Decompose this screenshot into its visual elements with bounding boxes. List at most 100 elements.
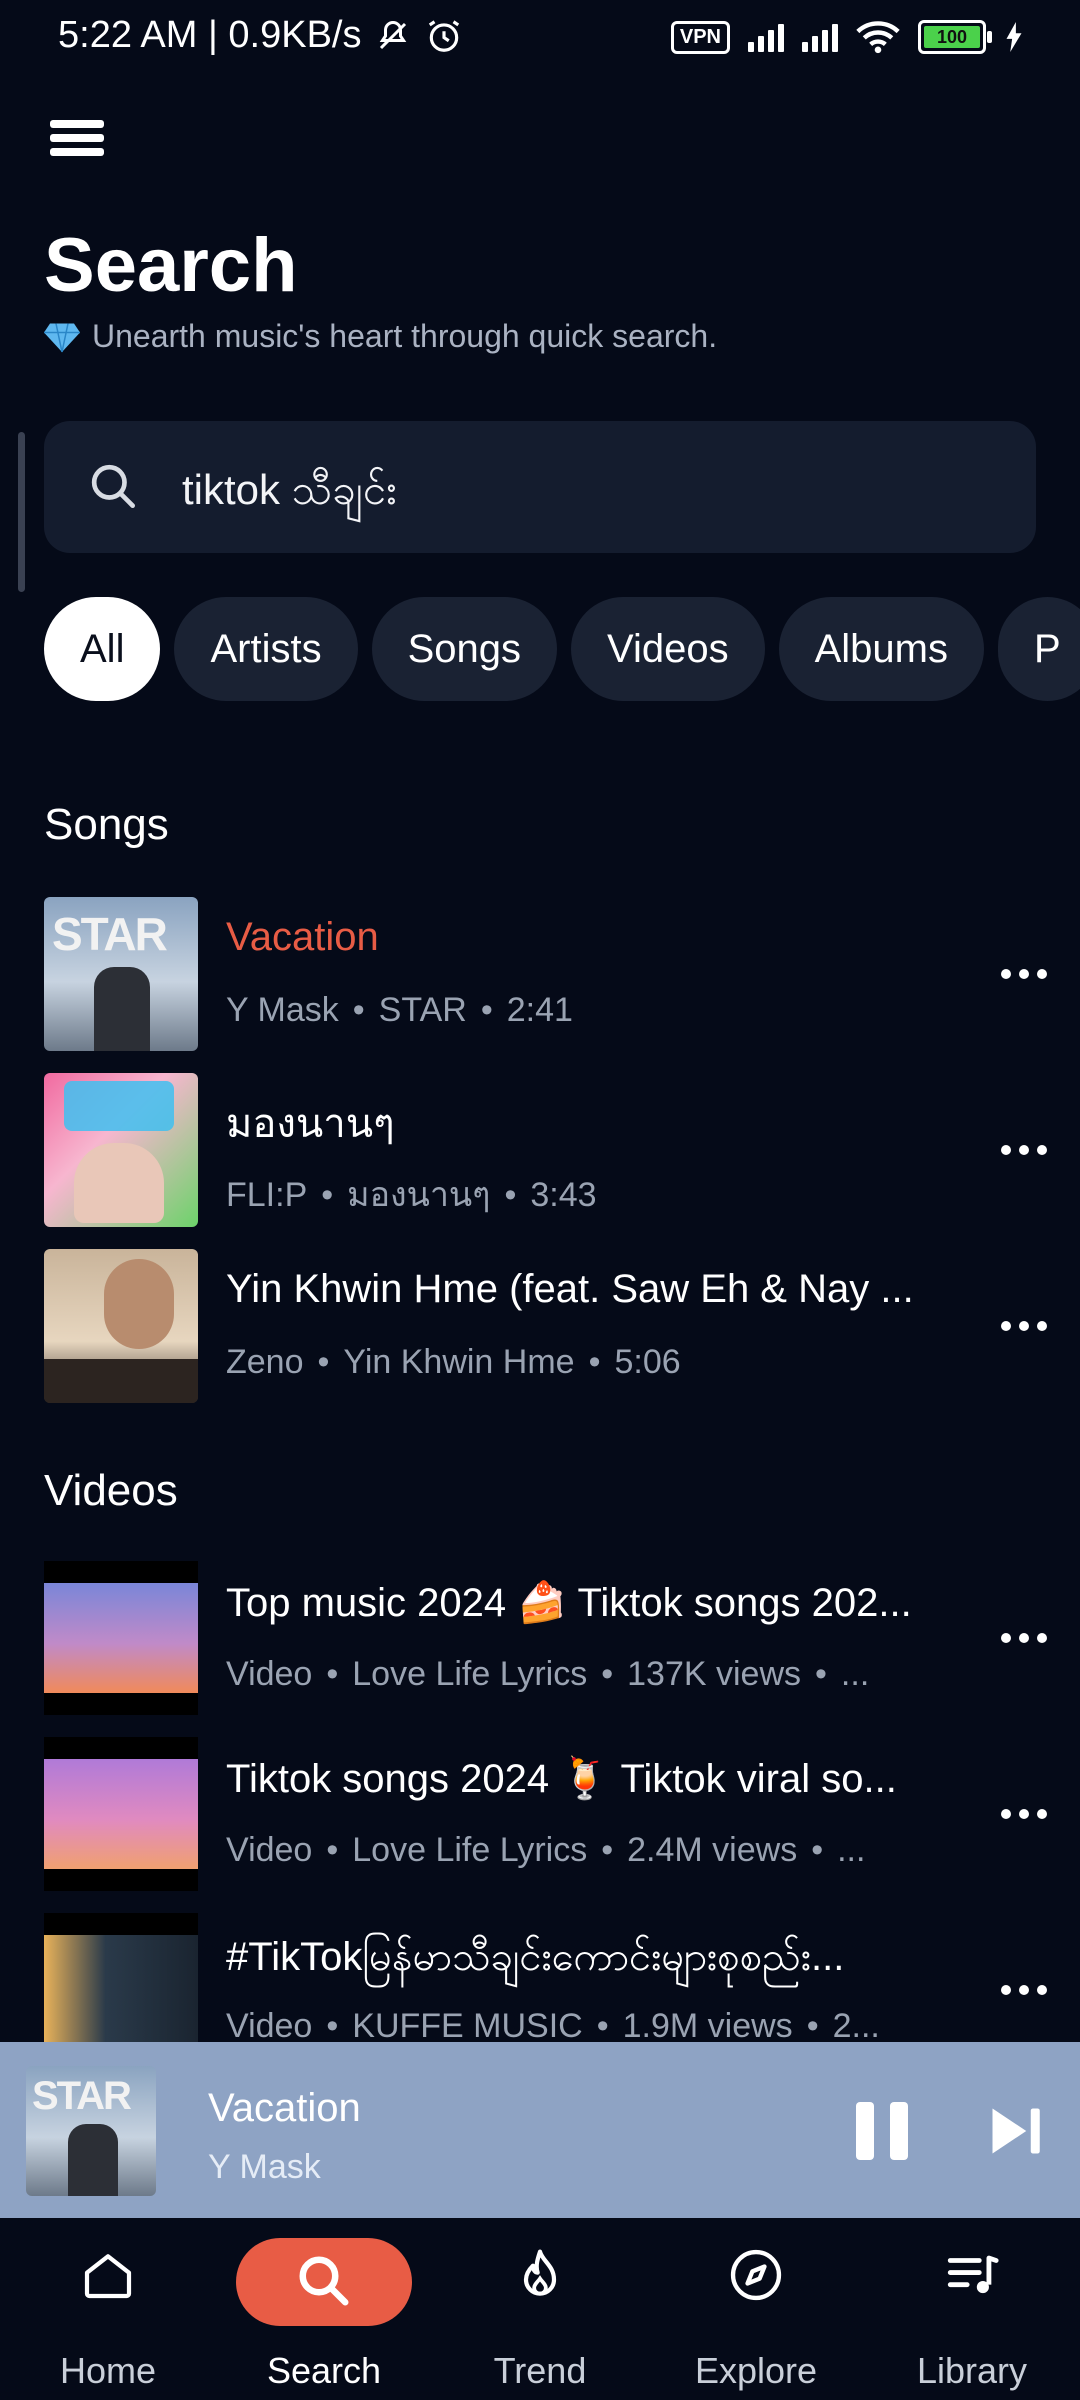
video-title: #TikTokမြန်မာသီချင်းကောင်းများစုစည်း... bbox=[226, 1935, 845, 1979]
diamond-icon bbox=[44, 322, 80, 352]
scroll-indicator bbox=[18, 432, 25, 592]
chip-artists[interactable]: Artists bbox=[174, 597, 358, 701]
video-type: Video bbox=[226, 1655, 313, 1693]
filter-chips: All Artists Songs Videos Albums P bbox=[44, 597, 1080, 703]
song-artist: FLI:P bbox=[226, 1176, 308, 1214]
song-meta: FLI:P • มองนานๆ • 3:43 bbox=[226, 1176, 597, 1214]
chip-songs[interactable]: Songs bbox=[371, 597, 557, 701]
status-right: VPN 100 bbox=[670, 20, 1024, 54]
chip-albums[interactable]: Albums bbox=[778, 597, 984, 701]
page-title: Search bbox=[44, 223, 298, 308]
signal-icon bbox=[748, 22, 784, 52]
video-meta: Video • KUFFE MUSIC • 1.9M views • 2... bbox=[226, 2007, 880, 2045]
mini-player[interactable]: STAR Vacation Y Mask bbox=[0, 2042, 1080, 2218]
mute-icon bbox=[380, 20, 407, 49]
video-thumbnail bbox=[44, 1737, 198, 1891]
more-options-button[interactable] bbox=[994, 1301, 1054, 1351]
song-title: มองนานๆ bbox=[226, 1102, 395, 1146]
pause-button[interactable] bbox=[854, 2102, 910, 2160]
song-duration: 5:06 bbox=[614, 1343, 681, 1381]
more-options-button[interactable] bbox=[994, 1125, 1054, 1175]
nav-trend[interactable]: Trend bbox=[432, 2236, 648, 2396]
battery-level: 100 bbox=[924, 26, 980, 48]
song-duration: 2:41 bbox=[506, 991, 573, 1029]
song-artist: Y Mask bbox=[226, 991, 339, 1029]
flame-icon bbox=[505, 2240, 575, 2310]
video-extra: ... bbox=[837, 1831, 866, 1869]
subtitle-text: Unearth music's heart through quick sear… bbox=[92, 318, 718, 354]
vpn-badge: VPN bbox=[670, 20, 730, 54]
video-extra: 2... bbox=[832, 2007, 880, 2045]
song-album: Yin Khwin Hme bbox=[343, 1343, 575, 1381]
status-bar: 5:22 AM | 0.9KB/s VPN 100 bbox=[0, 0, 1080, 82]
video-channel: Love Life Lyrics bbox=[352, 1655, 588, 1693]
chip-all[interactable]: All bbox=[44, 597, 161, 701]
compass-icon bbox=[721, 2240, 791, 2310]
video-views: 137K views bbox=[627, 1655, 802, 1693]
player-thumbnail: STAR bbox=[26, 2066, 156, 2196]
search-icon bbox=[91, 464, 136, 508]
song-thumbnail bbox=[44, 1073, 198, 1227]
video-title: Tiktok songs 2024 🍹 Tiktok viral so... bbox=[226, 1757, 897, 1801]
video-views: 2.4M views bbox=[627, 1831, 798, 1869]
more-options-button[interactable] bbox=[994, 1613, 1054, 1663]
song-album: มองนานๆ bbox=[347, 1176, 491, 1214]
song-album: STAR bbox=[378, 991, 467, 1029]
nav-trend-label: Trend bbox=[493, 2350, 587, 2391]
signal-icon-2 bbox=[802, 22, 838, 52]
status-time-speed: 5:22 AM | 0.9KB/s bbox=[58, 14, 362, 56]
chip-videos[interactable]: Videos bbox=[571, 597, 765, 701]
song-title: Yin Khwin Hme (feat. Saw Eh & Nay ... bbox=[226, 1267, 914, 1311]
more-options-button[interactable] bbox=[994, 949, 1054, 999]
song-title: Vacation bbox=[226, 915, 379, 959]
next-button[interactable] bbox=[988, 2106, 1042, 2156]
video-title: Top music 2024 🍰 Tiktok songs 202... bbox=[226, 1581, 912, 1625]
nav-search[interactable]: Search bbox=[216, 2236, 432, 2396]
song-thumbnail: STAR bbox=[44, 897, 198, 1051]
wifi-icon bbox=[856, 21, 900, 54]
song-artist: Zeno bbox=[226, 1343, 304, 1381]
battery-icon: 100 bbox=[918, 20, 992, 54]
search-icon bbox=[289, 2246, 359, 2316]
video-channel: KUFFE MUSIC bbox=[352, 2007, 583, 2045]
video-row[interactable]: Top music 2024 🍰 Tiktok songs 202... Vid… bbox=[44, 1561, 1054, 1715]
menu-button[interactable] bbox=[50, 120, 104, 174]
search-input[interactable]: tiktok သီချင်း bbox=[44, 421, 1036, 553]
charging-icon bbox=[1006, 22, 1022, 52]
nav-library[interactable]: Library bbox=[864, 2236, 1080, 2396]
songs-section-title: Songs bbox=[44, 800, 169, 849]
nav-home-label: Home bbox=[59, 2350, 157, 2391]
library-icon bbox=[937, 2240, 1007, 2310]
video-meta: Video • Love Life Lyrics • 137K views •... bbox=[226, 1655, 870, 1693]
nav-explore-label: Explore bbox=[694, 2350, 818, 2391]
video-channel: Love Life Lyrics bbox=[352, 1831, 588, 1869]
home-icon bbox=[73, 2240, 143, 2310]
song-row[interactable]: มองนานๆ FLI:P • มองนานๆ • 3:43 bbox=[44, 1073, 1054, 1227]
song-meta: Zeno • Yin Khwin Hme • 5:06 bbox=[226, 1343, 681, 1381]
video-thumbnail bbox=[44, 1561, 198, 1715]
video-row[interactable]: Tiktok songs 2024 🍹 Tiktok viral so... V… bbox=[44, 1737, 1054, 1891]
song-row[interactable]: STAR Vacation Y Mask • STAR • 2:41 bbox=[44, 897, 1054, 1051]
player-artist: Y Mask bbox=[208, 2148, 321, 2186]
page-subtitle: Unearth music's heart through quick sear… bbox=[44, 318, 717, 355]
videos-section-title: Videos bbox=[44, 1466, 178, 1515]
song-row[interactable]: Yin Khwin Hme (feat. Saw Eh & Nay ... Ze… bbox=[44, 1249, 1054, 1403]
status-left: 5:22 AM | 0.9KB/s bbox=[58, 14, 463, 57]
search-value: tiktok သီချင်း bbox=[182, 466, 397, 513]
video-extra: ... bbox=[840, 1655, 870, 1693]
video-type: Video bbox=[226, 1831, 313, 1869]
bottom-nav: Home Search Trend Explore Library bbox=[0, 2218, 1080, 2400]
video-views: 1.9M views bbox=[622, 2007, 793, 2045]
song-thumbnail bbox=[44, 1249, 198, 1403]
more-options-button[interactable] bbox=[994, 1789, 1054, 1839]
nav-explore[interactable]: Explore bbox=[648, 2236, 864, 2396]
nav-library-label: Library bbox=[916, 2350, 1028, 2391]
chip-playlists[interactable]: P bbox=[997, 597, 1080, 701]
alarm-icon bbox=[429, 19, 460, 52]
nav-search-label: Search bbox=[266, 2350, 382, 2391]
player-title: Vacation bbox=[208, 2086, 361, 2130]
video-meta: Video • Love Life Lyrics • 2.4M views •... bbox=[226, 1831, 866, 1869]
more-options-button[interactable] bbox=[994, 1965, 1054, 2015]
video-type: Video bbox=[226, 2007, 313, 2045]
nav-home[interactable]: Home bbox=[0, 2236, 216, 2396]
